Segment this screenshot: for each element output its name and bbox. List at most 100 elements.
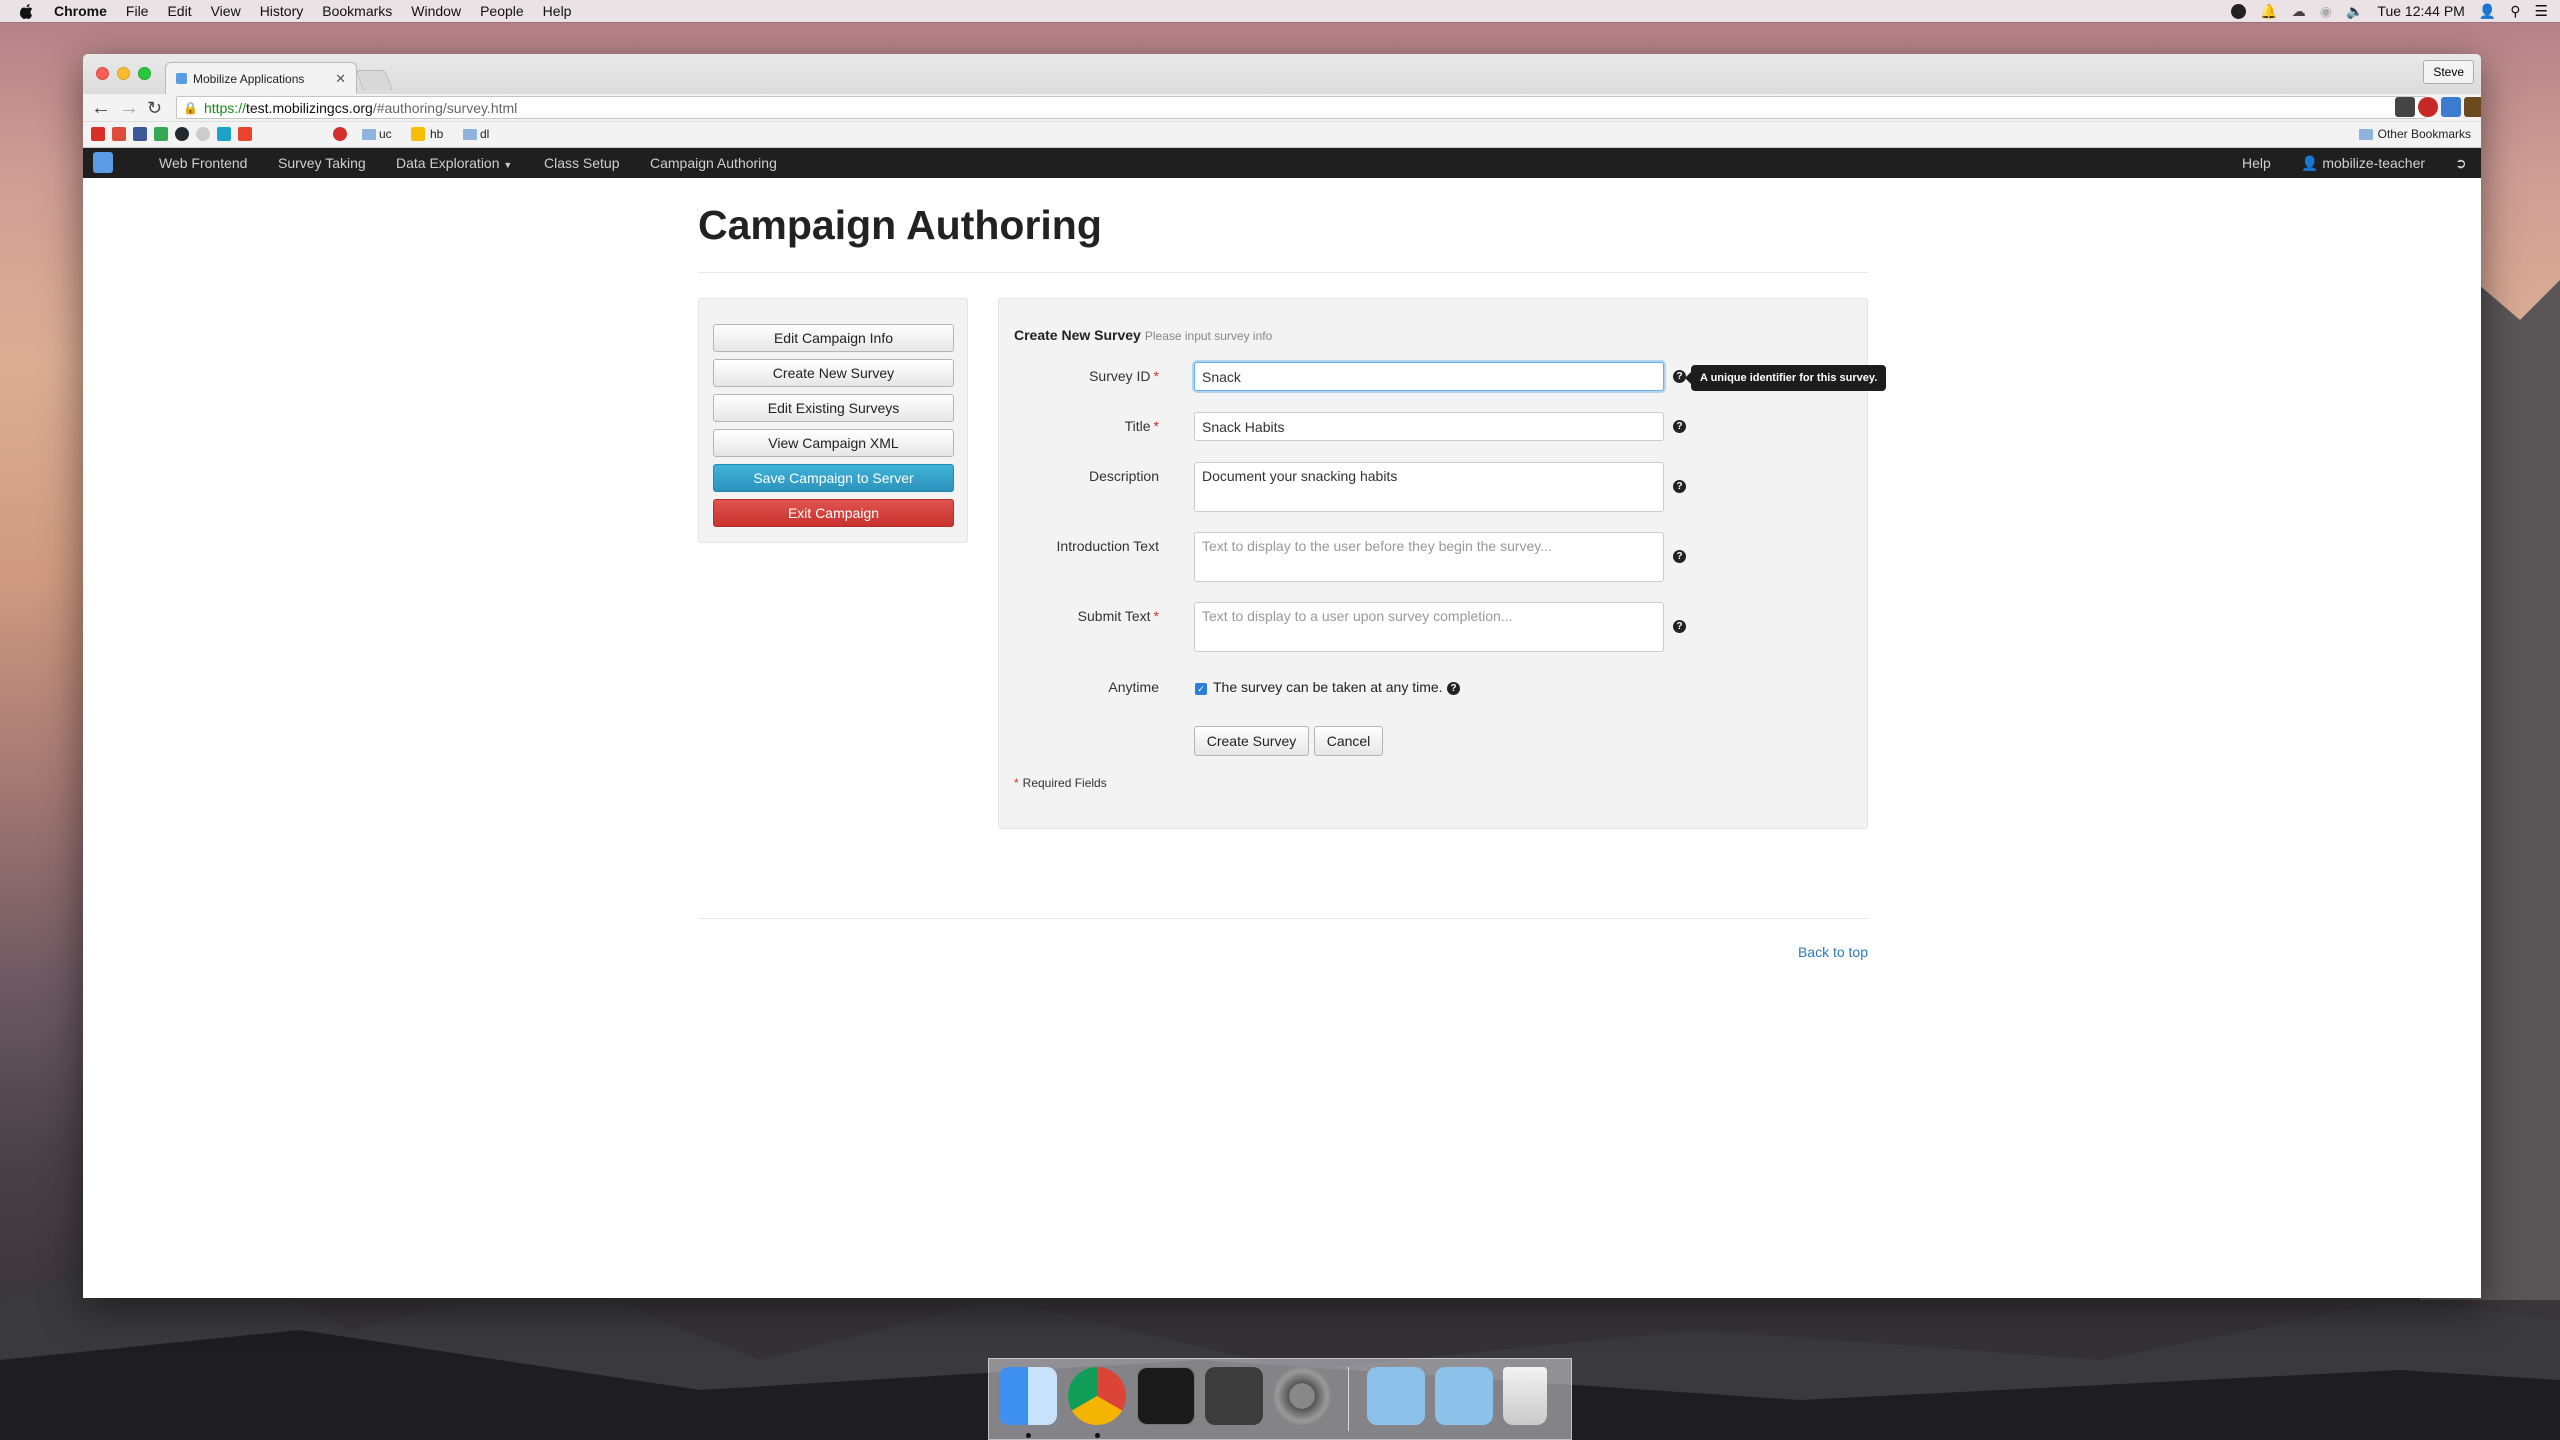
gmail-bookmark-icon[interactable]: [91, 127, 105, 141]
save-campaign-button[interactable]: Save Campaign to Server: [713, 464, 954, 492]
spotlight-search-icon[interactable]: ⚲: [2510, 3, 2520, 20]
bookmark-folder-hb[interactable]: hb: [430, 127, 443, 141]
nav-user-menu[interactable]: 👤 mobilize-teacher: [2301, 155, 2425, 172]
k-bookmark-icon[interactable]: [217, 127, 231, 141]
exit-campaign-button[interactable]: Exit Campaign: [713, 499, 954, 527]
profile-button[interactable]: Steve: [2423, 60, 2474, 84]
mobilize-logo-icon[interactable]: [93, 152, 113, 173]
submit-text-textarea[interactable]: [1194, 602, 1664, 652]
wifi-icon[interactable]: ◉: [2320, 3, 2332, 20]
apple-icon[interactable]: [20, 3, 38, 19]
help-icon[interactable]: ?: [1673, 480, 1686, 493]
nav-campaign-authoring[interactable]: Campaign Authoring: [650, 155, 777, 171]
folder-icon: [2358, 128, 2373, 140]
nav-survey-taking[interactable]: Survey Taking: [278, 155, 366, 171]
sublime-text-icon[interactable]: [1205, 1367, 1263, 1425]
nav-web-frontend[interactable]: Web Frontend: [159, 155, 247, 171]
gplus-bookmark-icon[interactable]: [112, 127, 126, 141]
app-navbar: Web Frontend Survey Taking Data Explorat…: [83, 148, 2481, 178]
submit-text-label: Submit Text *: [999, 608, 1159, 624]
menu-app-name[interactable]: Chrome: [54, 3, 107, 19]
view-campaign-xml-button[interactable]: View Campaign XML: [713, 429, 954, 457]
introduction-text-label: Introduction Text: [1056, 538, 1159, 554]
required-asterisk: *: [1014, 776, 1019, 790]
edit-campaign-info-button[interactable]: Edit Campaign Info: [713, 324, 954, 352]
drive-bookmark-icon[interactable]: [154, 127, 168, 141]
zoom-window-icon[interactable]: [138, 67, 151, 80]
applications-folder-icon[interactable]: [1367, 1367, 1425, 1425]
github-bookmark-icon[interactable]: [175, 127, 189, 141]
help-icon[interactable]: ?: [1673, 420, 1686, 433]
other-bookmarks[interactable]: Other Bookmarks: [2358, 127, 2471, 141]
tab-strip: Mobilize Applications ✕ Steve: [83, 54, 2481, 94]
anytime-checkbox-label[interactable]: The survey can be taken at any time.: [1213, 679, 1443, 695]
new-tab-button[interactable]: [355, 70, 393, 90]
finder-icon[interactable]: [999, 1367, 1057, 1425]
chrome-icon[interactable]: [1068, 1367, 1126, 1425]
help-icon[interactable]: ?: [1673, 620, 1686, 633]
browser-tab[interactable]: Mobilize Applications ✕: [165, 62, 357, 94]
menu-history[interactable]: History: [260, 3, 304, 19]
title-label: Title *: [999, 418, 1159, 434]
status-circle-icon[interactable]: [2231, 3, 2247, 19]
system-preferences-icon[interactable]: [1273, 1367, 1331, 1425]
notification-center-icon[interactable]: ☰: [2535, 2, 2548, 20]
create-survey-button[interactable]: Create Survey: [1194, 726, 1309, 756]
extension-puzzle-icon[interactable]: [2395, 97, 2415, 117]
menu-help[interactable]: Help: [543, 3, 572, 19]
required-asterisk: *: [1153, 368, 1159, 384]
macos-dock: [988, 1358, 1572, 1440]
caret-down-icon: ▼: [503, 160, 513, 170]
reload-icon[interactable]: ↻: [147, 96, 162, 120]
back-arrow-icon[interactable]: ←: [91, 96, 111, 120]
help-icon[interactable]: ?: [1447, 682, 1460, 695]
menu-view[interactable]: View: [211, 3, 241, 19]
reddit-bookmark-icon[interactable]: [196, 127, 210, 141]
bookmark-folder-uc[interactable]: uc: [379, 127, 392, 141]
title-input[interactable]: [1194, 412, 1664, 441]
running-indicator: [1026, 1433, 1031, 1438]
extension-ghostery-icon[interactable]: [2418, 97, 2438, 117]
logout-icon[interactable]: ➲: [2455, 155, 2467, 172]
menu-edit[interactable]: Edit: [167, 3, 191, 19]
nav-class-setup[interactable]: Class Setup: [544, 155, 619, 171]
s-bookmark-icon[interactable]: [238, 127, 252, 141]
menubar-clock[interactable]: Tue 12:44 PM: [2377, 3, 2464, 19]
close-window-icon[interactable]: [96, 67, 109, 80]
nav-help[interactable]: Help: [2242, 155, 2271, 171]
introduction-text-textarea[interactable]: [1194, 532, 1664, 582]
terminal-icon[interactable]: [1137, 1367, 1195, 1425]
menu-file[interactable]: File: [126, 3, 149, 19]
close-tab-icon[interactable]: ✕: [335, 71, 346, 87]
menu-window[interactable]: Window: [411, 3, 461, 19]
facebook-bookmark-icon[interactable]: [133, 127, 147, 141]
menu-people[interactable]: People: [480, 3, 524, 19]
menu-bookmarks[interactable]: Bookmarks: [322, 3, 392, 19]
campaign-sidebar: Edit Campaign Info Create New Survey Edi…: [698, 298, 968, 543]
downloads-folder-icon[interactable]: [1435, 1367, 1493, 1425]
description-textarea[interactable]: Document your snacking habits: [1194, 462, 1664, 512]
tab-title: Mobilize Applications: [193, 71, 305, 86]
help-icon[interactable]: ?: [1673, 550, 1686, 563]
volume-icon[interactable]: 🔈: [2346, 3, 2363, 20]
window-controls: [96, 67, 151, 80]
survey-id-input[interactable]: [1194, 362, 1664, 391]
edit-existing-surveys-button[interactable]: Edit Existing Surveys: [713, 394, 954, 422]
red-circle-bookmark-icon[interactable]: [333, 127, 347, 141]
user-icon[interactable]: 👤: [2479, 3, 2496, 20]
back-to-top-link[interactable]: Back to top: [1798, 944, 1868, 960]
extension-calendar-icon[interactable]: [2441, 97, 2461, 117]
notification-bell-icon[interactable]: 🔔: [2260, 3, 2277, 20]
nav-data-exploration[interactable]: Data Exploration ▼: [396, 155, 512, 171]
create-new-survey-button[interactable]: Create New Survey: [713, 359, 954, 387]
trash-icon[interactable]: [1503, 1367, 1547, 1425]
minimize-window-icon[interactable]: [117, 67, 130, 80]
description-label: Description: [1088, 468, 1159, 484]
anytime-checkbox[interactable]: ✓: [1195, 683, 1207, 695]
address-bar[interactable]: 🔒 https://test.mobilizingcs.org/#authori…: [176, 96, 2426, 119]
cancel-button[interactable]: Cancel: [1314, 726, 1383, 756]
forward-arrow-icon[interactable]: →: [119, 96, 139, 120]
cloud-icon[interactable]: ☁: [2292, 3, 2306, 20]
extension-bookmark-icon[interactable]: [2464, 97, 2481, 117]
bookmark-folder-dl[interactable]: dl: [480, 127, 489, 141]
